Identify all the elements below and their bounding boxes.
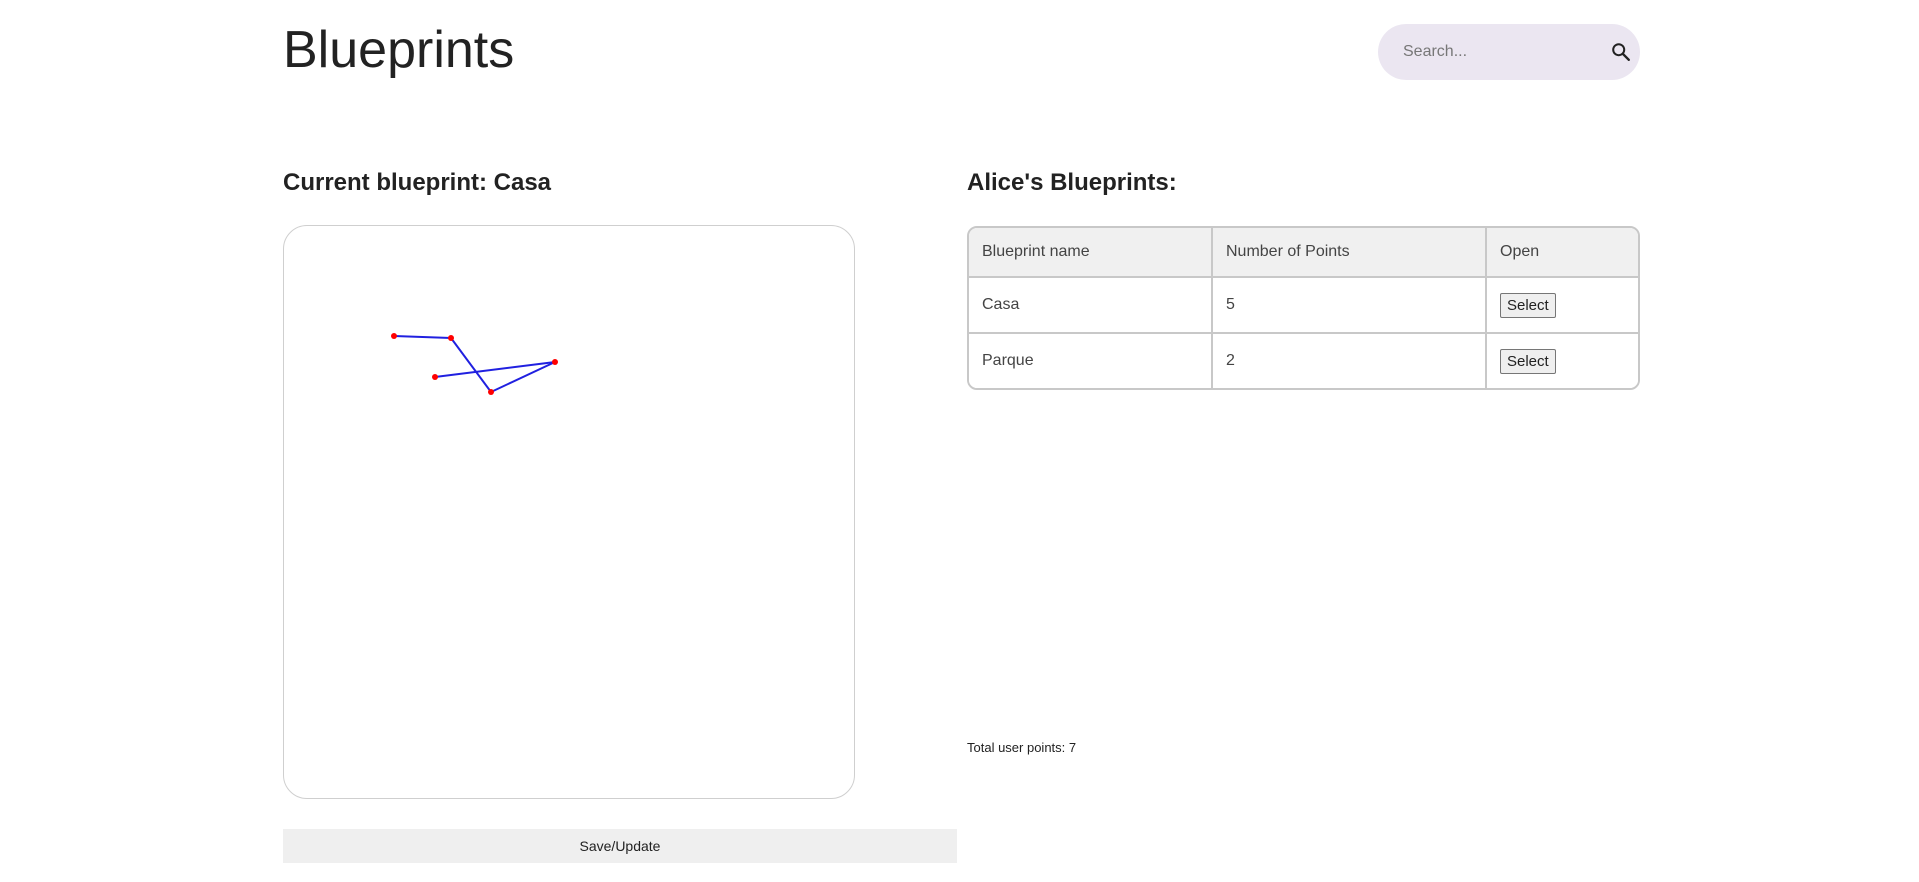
table-header-row: Blueprint name Number of Points Open — [969, 228, 1638, 278]
total-user-points: Total user points: 7 — [967, 740, 1077, 755]
search-bar — [1378, 24, 1640, 80]
page: Blueprints Current blueprint: Casa Save/… — [0, 0, 1919, 882]
blueprint-name-cell: Casa — [969, 278, 1213, 334]
blueprints-table: Blueprint name Number of Points Open Cas… — [967, 226, 1640, 390]
table-row: Casa 5 Select — [969, 278, 1638, 334]
user-blueprints-title: Alice's Blueprints: — [967, 169, 1177, 196]
current-blueprint-title: Current blueprint: Casa — [283, 169, 552, 196]
blueprint-segment — [393, 335, 452, 339]
table-row: Parque 2 Select — [969, 334, 1638, 388]
points-count-cell: 5 — [1213, 278, 1487, 334]
blueprint-drawing — [391, 333, 558, 395]
header-blueprint-name: Blueprint name — [969, 228, 1213, 278]
header-number-of-points: Number of Points — [1213, 228, 1487, 278]
blueprint-point — [432, 374, 438, 380]
open-cell: Select — [1487, 334, 1638, 388]
search-icon[interactable] — [1610, 40, 1632, 64]
search-input[interactable] — [1403, 32, 1610, 72]
select-button[interactable]: Select — [1500, 292, 1556, 318]
app-title: Blueprints — [283, 21, 515, 79]
open-cell: Select — [1487, 278, 1638, 334]
save-update-button[interactable]: Save/Update — [283, 829, 957, 863]
blueprint-canvas[interactable] — [283, 225, 855, 799]
blueprint-point — [552, 359, 558, 365]
blueprint-point — [391, 333, 397, 339]
points-count-cell: 2 — [1213, 334, 1487, 388]
blueprint-name-cell: Parque — [969, 334, 1213, 388]
header-open: Open — [1487, 228, 1638, 278]
blueprint-point — [488, 389, 494, 395]
blueprint-point — [448, 335, 454, 341]
select-button[interactable]: Select — [1500, 348, 1556, 374]
blueprint-segment — [450, 337, 492, 393]
